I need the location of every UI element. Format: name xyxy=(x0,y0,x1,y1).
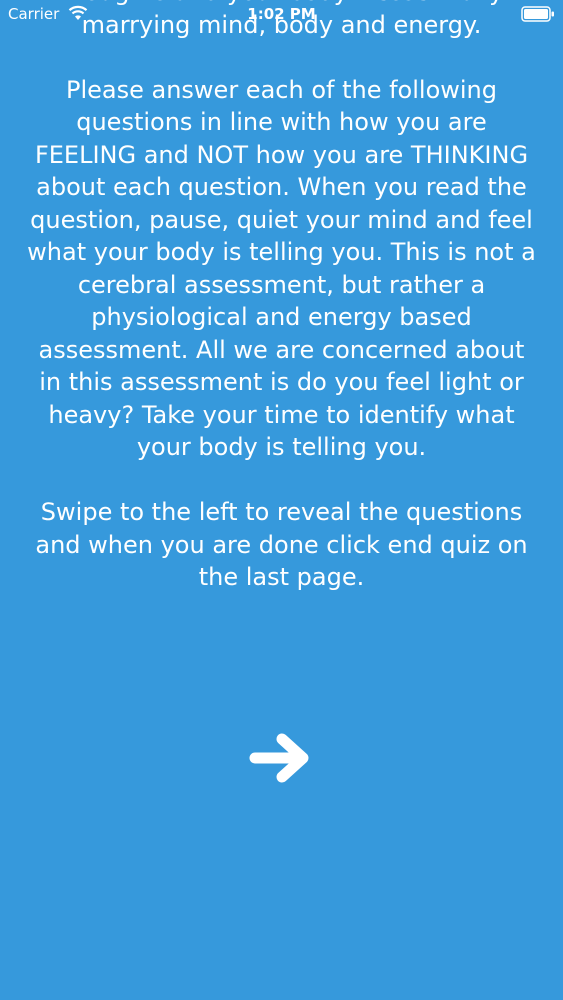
swipe-hint-text: Swipe to the left to reveal the question… xyxy=(35,498,528,591)
quiz-intro-screen: Carrier 1:02 PM thoughts and your body –… xyxy=(0,0,563,1000)
instructions-text-block: thoughts and your body – essentially mar… xyxy=(0,0,563,594)
status-bar: Carrier 1:02 PM xyxy=(0,0,563,30)
battery-icon xyxy=(521,6,554,22)
status-time: 1:02 PM xyxy=(247,5,316,23)
arrow-right-icon[interactable] xyxy=(249,726,313,790)
instructions-paragraph: Please answer each of the following ques… xyxy=(27,75,536,462)
